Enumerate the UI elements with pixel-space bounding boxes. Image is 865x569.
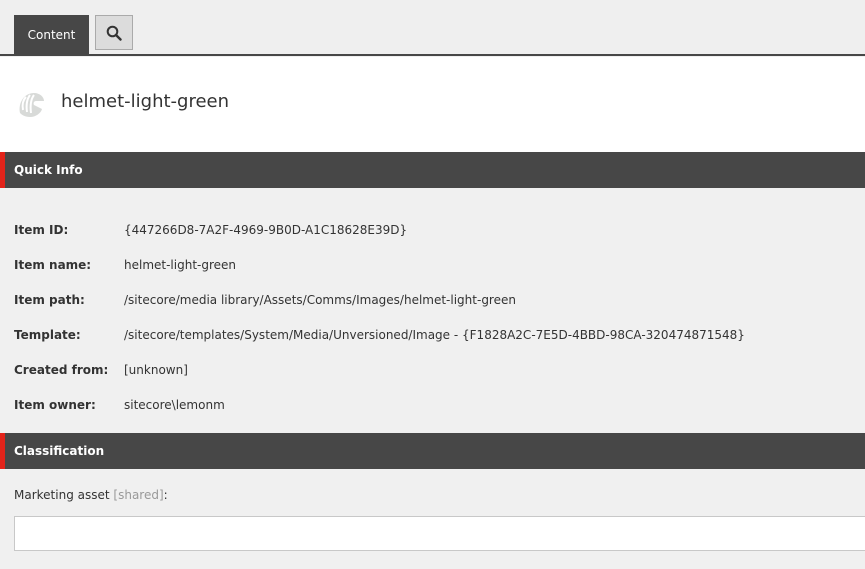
info-value: /sitecore/media library/Assets/Comms/Ima… (124, 293, 516, 307)
info-value: helmet-light-green (124, 258, 237, 272)
editor-tabbar: Content (0, 0, 865, 56)
item-header: helmet-light-green (0, 57, 865, 152)
section-title: Classification (14, 444, 105, 458)
search-icon (106, 25, 122, 41)
tab-search[interactable] (95, 15, 133, 50)
info-label: Item ID: (14, 223, 69, 237)
marketing-asset-field[interactable] (14, 516, 865, 551)
section-header-quick-info[interactable]: Quick Info (0, 152, 865, 188)
shared-indicator: [shared] (113, 488, 164, 502)
info-value: [unknown] (124, 363, 188, 377)
section-header-classification[interactable]: Classification (0, 433, 865, 469)
field-label-colon: : (163, 488, 168, 502)
field-label-text: Marketing asset (14, 488, 110, 502)
info-label: Item name: (14, 258, 92, 272)
tab-content[interactable]: Content (14, 15, 89, 56)
info-label: Template: (14, 328, 81, 342)
info-label: Item owner: (14, 398, 96, 412)
info-label: Created from: (14, 363, 109, 377)
info-value: /sitecore/templates/System/Media/Unversi… (124, 328, 745, 342)
info-value: {447266D8-7A2F-4969-9B0D-A1C18628E39D} (124, 223, 408, 237)
info-value: sitecore\lemonm (124, 398, 225, 412)
info-label: Item path: (14, 293, 85, 307)
page-title: helmet-light-green (61, 91, 230, 112)
section-title: Quick Info (14, 163, 83, 177)
marketing-asset-label: Marketing asset [shared]: (14, 488, 168, 502)
helmet-icon (19, 93, 44, 117)
